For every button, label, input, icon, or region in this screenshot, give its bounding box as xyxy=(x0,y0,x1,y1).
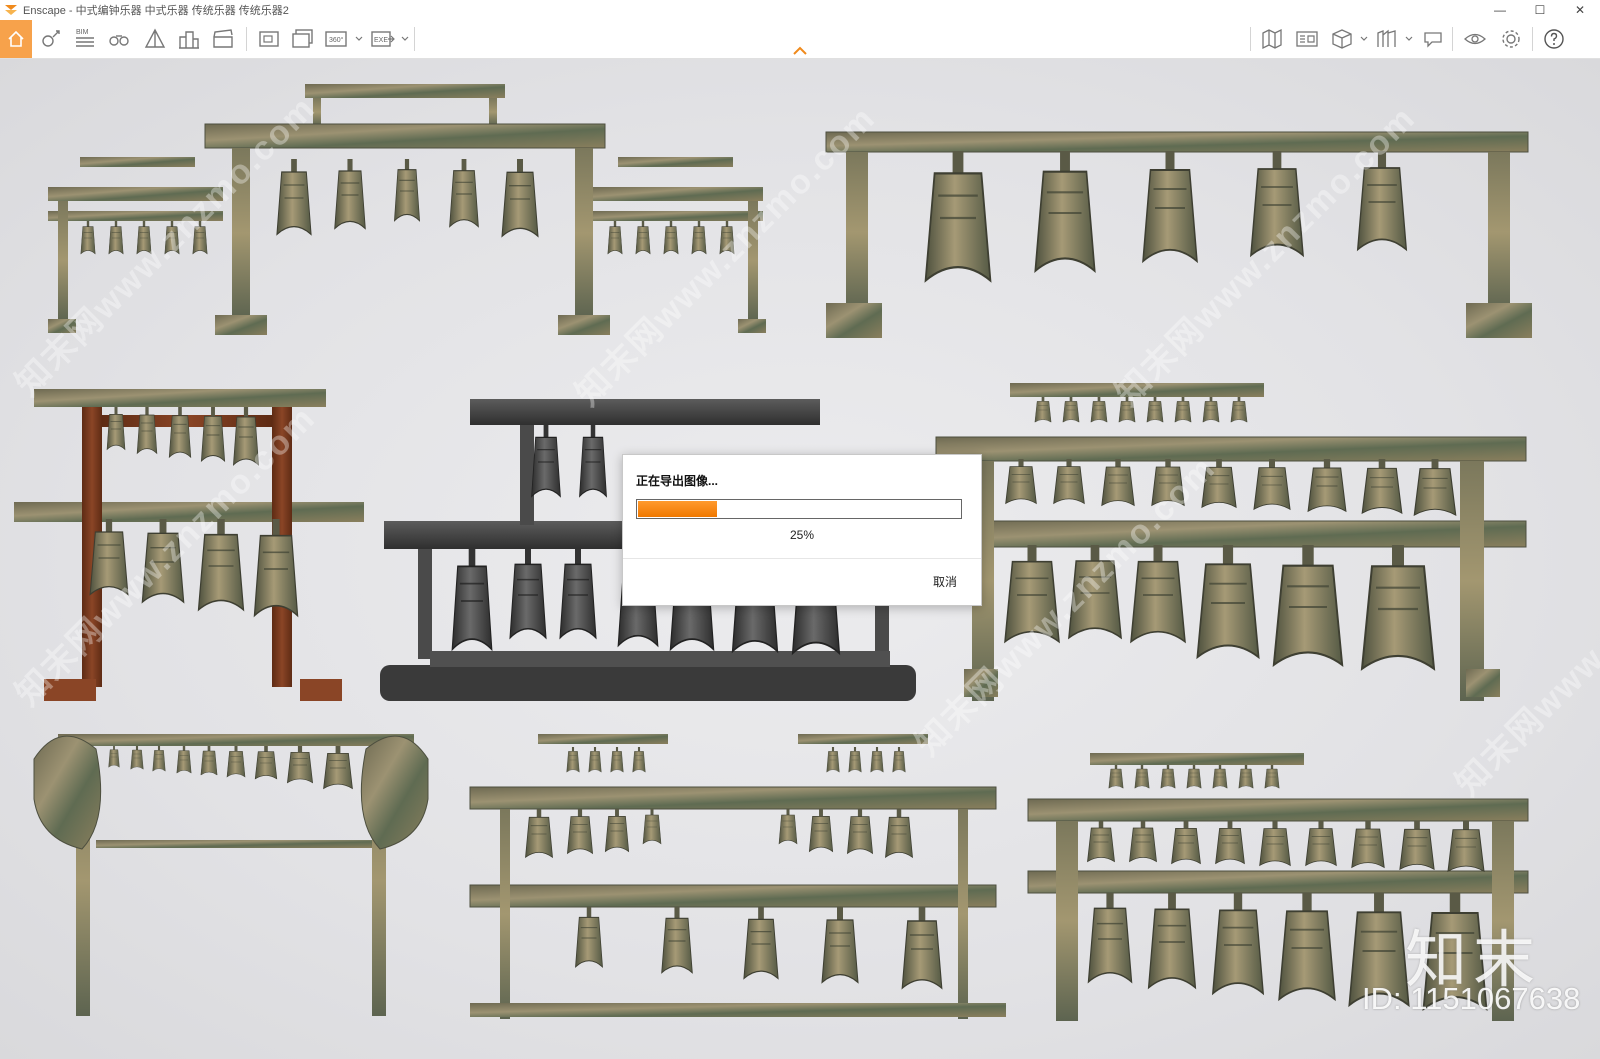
dialog-title: 正在导出图像... xyxy=(636,474,719,488)
cube-view-button[interactable] xyxy=(1327,24,1357,54)
export-dropdown[interactable] xyxy=(401,30,409,48)
asset-library-button[interactable] xyxy=(1292,24,1322,54)
bim-icon: BIM xyxy=(76,29,94,47)
bell-set-7 xyxy=(469,734,1006,1019)
screenshot-icon xyxy=(259,31,279,47)
visual-settings-button[interactable] xyxy=(1460,24,1490,54)
buildings-icon xyxy=(179,31,199,49)
window-controls: — ☐ ✕ xyxy=(1480,0,1600,20)
collapse-toolbar-icon[interactable] xyxy=(792,44,808,56)
bell-set-6 xyxy=(33,734,429,1016)
close-button[interactable]: ✕ xyxy=(1560,0,1600,20)
export-progress-dialog: 正在导出图像... 25% 取消 xyxy=(622,454,982,606)
enscape-logo-icon xyxy=(5,5,17,15)
map-button[interactable] xyxy=(1257,24,1287,54)
material-icon xyxy=(1377,29,1396,47)
cube-view-icon xyxy=(1332,29,1352,49)
binoculars-button[interactable] xyxy=(104,24,134,54)
panorama-button[interactable]: 360° xyxy=(322,24,352,54)
buildings-button[interactable] xyxy=(174,24,204,54)
minimize-button[interactable]: — xyxy=(1480,0,1520,20)
title-bar: Enscape - 中式编钟乐器 中式乐器 传统乐器 传统乐器2 — ☐ ✕ xyxy=(0,0,1600,20)
feedback-button[interactable] xyxy=(1418,24,1448,54)
dialog-divider xyxy=(623,558,981,559)
cancel-button[interactable]: 取消 xyxy=(933,573,957,590)
window-title: Enscape - 中式编钟乐器 中式乐器 传统乐器 传统乐器2 xyxy=(23,5,289,17)
location-icon xyxy=(42,30,60,47)
id-watermark: ID: 1151067638 xyxy=(1362,981,1581,1016)
batch-render-icon xyxy=(292,29,313,48)
location-button[interactable] xyxy=(36,24,66,54)
progress-fill xyxy=(638,501,717,517)
help-icon xyxy=(1544,29,1564,49)
svg-text:EXE: EXE xyxy=(374,37,388,44)
screenshot-button[interactable] xyxy=(254,24,284,54)
export-exe-icon: EXE xyxy=(371,31,395,47)
main-toolbar: BIM 360° EXE xyxy=(0,20,1600,59)
asset-library-icon xyxy=(1296,31,1318,47)
settings-button[interactable] xyxy=(1496,24,1526,54)
visual-settings-icon xyxy=(1464,33,1486,45)
clapperboard-button[interactable] xyxy=(208,24,238,54)
chevron-down-icon xyxy=(355,36,363,41)
home-button[interactable] xyxy=(0,20,32,58)
material-button[interactable] xyxy=(1372,24,1402,54)
feedback-icon xyxy=(1424,32,1442,48)
map-icon xyxy=(1262,28,1282,50)
home-icon xyxy=(8,30,24,47)
panorama-360-icon: 360° xyxy=(325,31,347,47)
gear-icon xyxy=(1502,30,1520,48)
material-dropdown[interactable] xyxy=(1405,30,1413,48)
panorama-dropdown[interactable] xyxy=(355,30,363,48)
maximize-button[interactable]: ☐ xyxy=(1520,0,1560,20)
binoculars-icon xyxy=(109,35,129,46)
help-button[interactable] xyxy=(1539,24,1569,54)
progress-percent: 25% xyxy=(789,528,815,542)
bim-button[interactable]: BIM xyxy=(70,24,100,54)
svg-text:360°: 360° xyxy=(329,36,344,44)
chevron-down-icon xyxy=(1405,36,1413,41)
batch-render-button[interactable] xyxy=(288,24,318,54)
sketch-icon xyxy=(144,28,166,48)
export-progress-bar xyxy=(636,499,962,519)
chevron-down-icon xyxy=(401,36,409,41)
svg-text:BIM: BIM xyxy=(76,29,89,36)
cube-view-dropdown[interactable] xyxy=(1360,30,1368,48)
clapperboard-icon xyxy=(213,29,233,48)
sketch-button[interactable] xyxy=(140,24,170,54)
chevron-down-icon xyxy=(1360,36,1368,41)
export-exe-button[interactable]: EXE xyxy=(368,24,398,54)
